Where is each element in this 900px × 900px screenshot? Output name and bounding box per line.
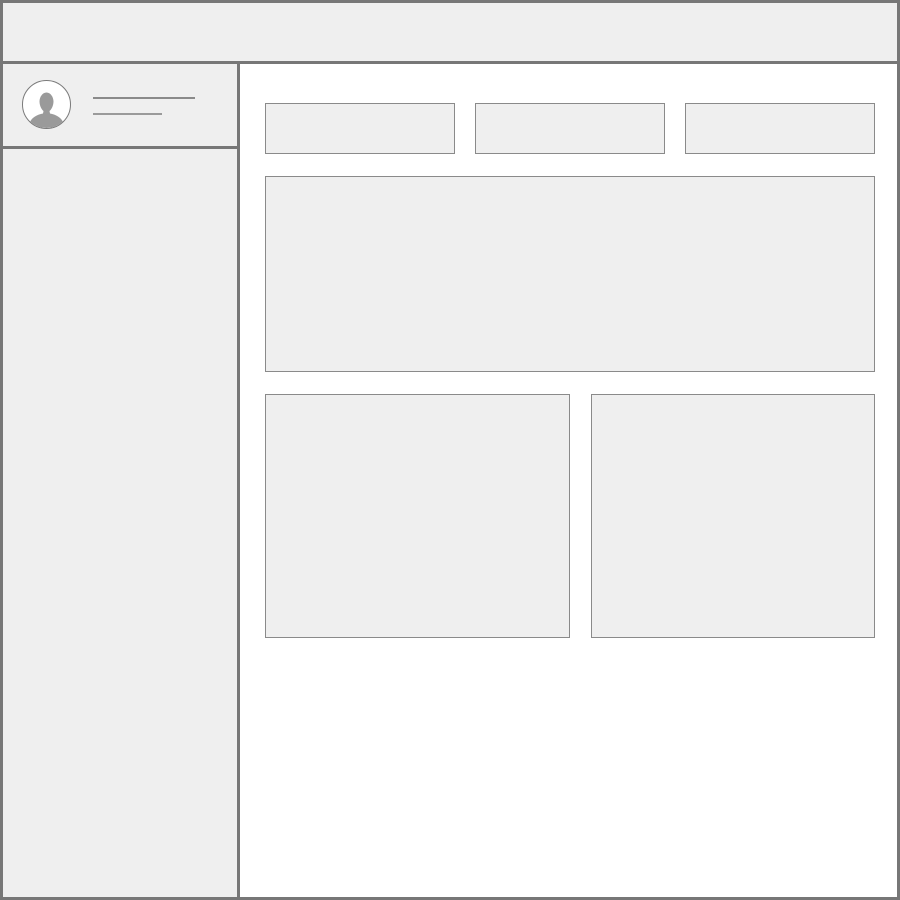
stat-tile-3[interactable] xyxy=(685,103,875,154)
main-content xyxy=(240,64,897,897)
stat-tile-1[interactable] xyxy=(265,103,455,154)
wide-content-panel xyxy=(265,176,875,372)
person-silhouette-icon xyxy=(30,92,63,128)
user-name-placeholder xyxy=(93,97,195,99)
content-panel-right xyxy=(591,394,875,638)
stat-tile-2[interactable] xyxy=(475,103,665,154)
content-panel-left xyxy=(265,394,570,638)
sidebar xyxy=(3,64,240,897)
user-avatar-icon[interactable] xyxy=(22,80,71,129)
app-window xyxy=(0,0,900,900)
user-profile[interactable] xyxy=(3,64,237,149)
top-bar xyxy=(3,3,897,64)
user-subtitle-placeholder xyxy=(93,113,162,115)
